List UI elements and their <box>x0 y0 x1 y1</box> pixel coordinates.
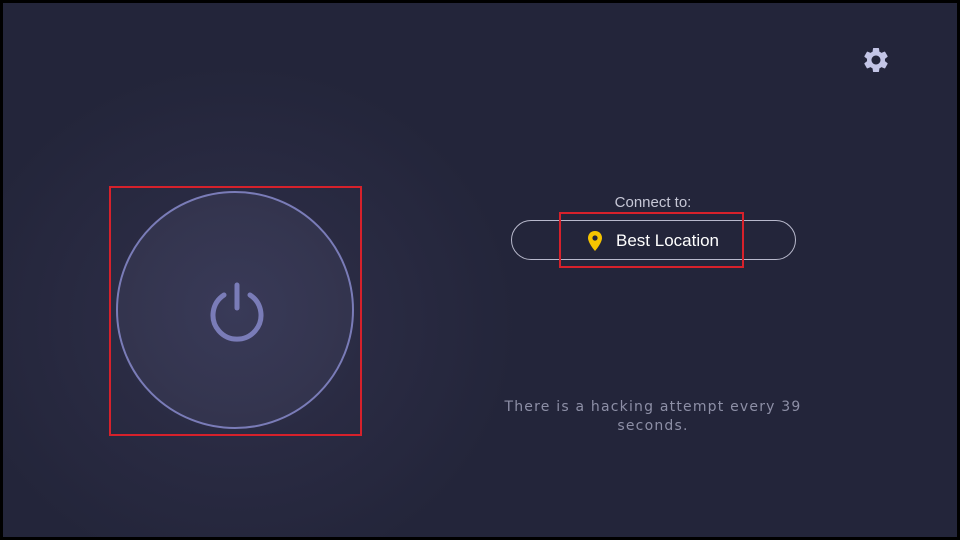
screen: Connect to: Best Location There is a hac… <box>0 0 960 540</box>
hacking-attempt-tagline: There is a hacking attempt every 39 seco… <box>504 399 802 434</box>
vpn-app: Connect to: Best Location There is a hac… <box>3 3 957 537</box>
power-icon <box>210 282 264 342</box>
location-pin-icon <box>588 231 602 251</box>
settings-button[interactable] <box>861 45 891 75</box>
power-button[interactable] <box>116 191 354 429</box>
location-selector-content[interactable]: Best Location <box>587 229 719 253</box>
gear-icon <box>864 47 888 72</box>
location-name: Best Location <box>616 231 720 250</box>
connect-to-label: Connect to: <box>614 194 692 211</box>
